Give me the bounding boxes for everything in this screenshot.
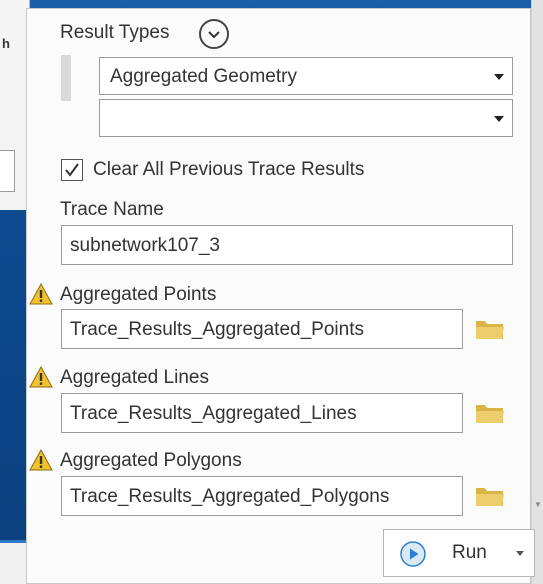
dropdown-caret-icon [494, 74, 504, 80]
aggregated-points-value: Trace_Results_Aggregated_Points [70, 319, 364, 340]
aggregated-polygons-input[interactable]: Trace_Results_Aggregated_Polygons [61, 476, 463, 516]
folder-icon[interactable] [475, 317, 505, 341]
background-window-text: h [2, 36, 10, 51]
trace-parameters-pane: Result Types Aggregated Geometry Clear A… [26, 8, 535, 584]
warning-icon [29, 366, 53, 388]
background-window-field [0, 150, 15, 192]
result-types-label: Result Types [60, 22, 170, 43]
play-icon [400, 541, 426, 567]
warning-icon [29, 449, 53, 471]
checkmark-icon [65, 163, 79, 177]
trace-name-label: Trace Name [60, 199, 164, 220]
aggregated-lines-value: Trace_Results_Aggregated_Lines [70, 403, 357, 424]
aggregated-lines-input[interactable]: Trace_Results_Aggregated_Lines [61, 393, 463, 433]
clear-results-label: Clear All Previous Trace Results [93, 159, 365, 180]
aggregated-polygons-value: Trace_Results_Aggregated_Polygons [70, 486, 390, 507]
trace-name-value: subnetwork107_3 [70, 235, 220, 256]
result-type-select-1[interactable]: Aggregated Geometry [99, 57, 513, 95]
aggregated-polygons-label: Aggregated Polygons [60, 450, 242, 471]
list-indent-bar [61, 55, 71, 101]
chevron-down-icon[interactable] [199, 19, 229, 49]
pane-scrollbar[interactable]: ▼ [531, 0, 543, 584]
folder-icon[interactable] [475, 401, 505, 425]
result-type-select-2[interactable] [99, 99, 513, 137]
run-button[interactable]: Run [383, 529, 535, 577]
aggregated-lines-label: Aggregated Lines [60, 367, 209, 388]
folder-icon[interactable] [475, 484, 505, 508]
scroll-down-arrow-icon[interactable]: ▼ [534, 500, 542, 509]
aggregated-points-label: Aggregated Points [60, 284, 217, 305]
clear-results-checkbox[interactable] [61, 159, 83, 181]
run-dropdown-caret-icon[interactable] [516, 551, 524, 556]
trace-name-input[interactable]: subnetwork107_3 [61, 225, 513, 265]
run-button-label: Run [452, 542, 487, 563]
aggregated-points-input[interactable]: Trace_Results_Aggregated_Points [61, 309, 463, 349]
result-type-select-1-value: Aggregated Geometry [110, 66, 297, 87]
dropdown-caret-icon [494, 116, 504, 122]
warning-icon [29, 283, 53, 305]
